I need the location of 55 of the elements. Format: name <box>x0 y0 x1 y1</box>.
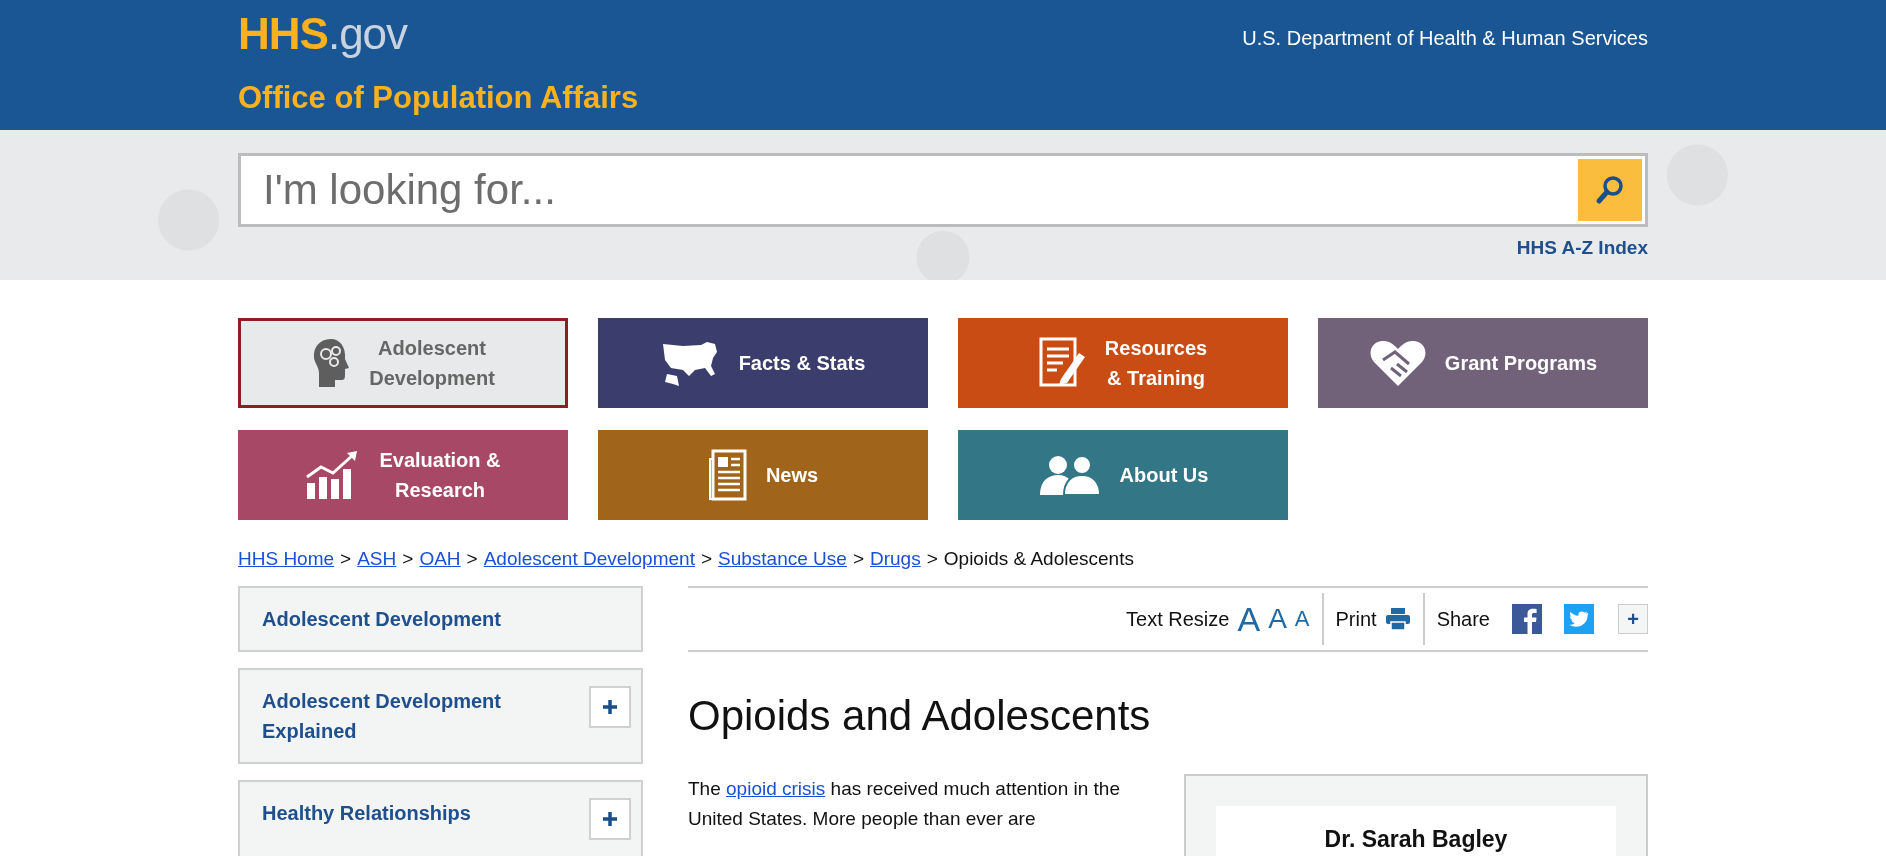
two-people-icon <box>1037 453 1102 497</box>
article-title: Opioids and Adolescents <box>688 692 1152 740</box>
person-name: Dr. Sarah Bagley <box>1323 826 1509 853</box>
category-tile[interactable]: About Us <box>958 430 1288 520</box>
category-tile[interactable]: Evaluation & Research <box>238 430 568 520</box>
category-tile[interactable]: Resources & Training <box>958 318 1288 408</box>
text-size-button[interactable]: A <box>1237 602 1261 636</box>
category-tile[interactable]: News <box>598 430 928 520</box>
expand-button[interactable] <box>589 686 631 728</box>
opioid-crisis-link[interactable]: opioid crisis <box>726 778 826 799</box>
category-tile[interactable]: Adolescent Development <box>238 318 568 408</box>
breadcrumb-link[interactable]: Drugs <box>870 548 921 570</box>
breadcrumb-separator: > <box>700 548 713 570</box>
breadcrumb-link[interactable]: Substance Use <box>718 548 847 570</box>
sidebar-item[interactable]: Adolescent Development <box>238 586 643 652</box>
twitter-bird-icon[interactable] <box>1564 604 1594 634</box>
breadcrumb-separator: > <box>852 548 864 570</box>
category-tile[interactable]: Facts & Stats <box>598 318 928 408</box>
head-gears-icon <box>311 337 352 389</box>
breadcrumb-separator: > <box>466 548 478 570</box>
site-logo[interactable]: HHS.gov <box>238 10 639 58</box>
share-label: Share <box>1436 607 1490 631</box>
article-paragraph: The opioid crisis has received much attention in the United States. More people than ever are <box>688 777 1121 831</box>
sidebar-link[interactable]: Healthy Relationships <box>262 798 562 828</box>
sidebar-link[interactable]: Adolescent Development <box>262 604 562 634</box>
breadcrumb-link[interactable]: HHS Home <box>238 548 335 570</box>
breadcrumb-current: Opioids & Adolescents <box>943 548 1134 570</box>
breadcrumb-link[interactable]: OAH <box>419 548 461 570</box>
department-link[interactable]: U.S. Department of Health & Human Services <box>1242 27 1648 50</box>
text-size-button[interactable]: A <box>1268 605 1287 633</box>
office-title[interactable]: Office of Population Affairs <box>238 80 639 116</box>
newspaper-icon <box>707 449 748 501</box>
search-icon <box>1594 174 1626 206</box>
breadcrumb-link[interactable]: Adolescent Development <box>483 548 695 570</box>
text-resize-label: Text Resize <box>1126 607 1230 631</box>
expand-button[interactable] <box>589 798 631 840</box>
heart-handshake-icon <box>1368 338 1427 388</box>
sidebar-link[interactable]: Adolescent Development Explained <box>262 686 562 746</box>
breadcrumb-separator: > <box>926 548 938 570</box>
sidebar-item[interactable]: Adolescent Development Explained <box>238 668 643 764</box>
facebook-icon[interactable] <box>1512 604 1542 634</box>
search-button[interactable] <box>1578 159 1642 221</box>
text-size-button[interactable]: A <box>1294 608 1310 630</box>
category-tile[interactable]: Grant Programs <box>1318 318 1648 408</box>
breadcrumb-separator: > <box>402 548 414 570</box>
sidebar-item[interactable]: Healthy Relationships <box>238 780 643 856</box>
plus-icon <box>602 811 618 827</box>
az-index-link[interactable]: HHS A-Z Index <box>1516 237 1648 259</box>
document-pencil-icon <box>1038 337 1087 389</box>
printer-icon[interactable] <box>1384 607 1411 631</box>
more-share-button[interactable]: + <box>1618 604 1648 634</box>
breadcrumb-separator: > <box>340 548 352 570</box>
plus-icon <box>602 699 618 715</box>
breadcrumb-link[interactable]: ASH <box>357 548 397 570</box>
print-link[interactable]: Print <box>1335 607 1377 631</box>
